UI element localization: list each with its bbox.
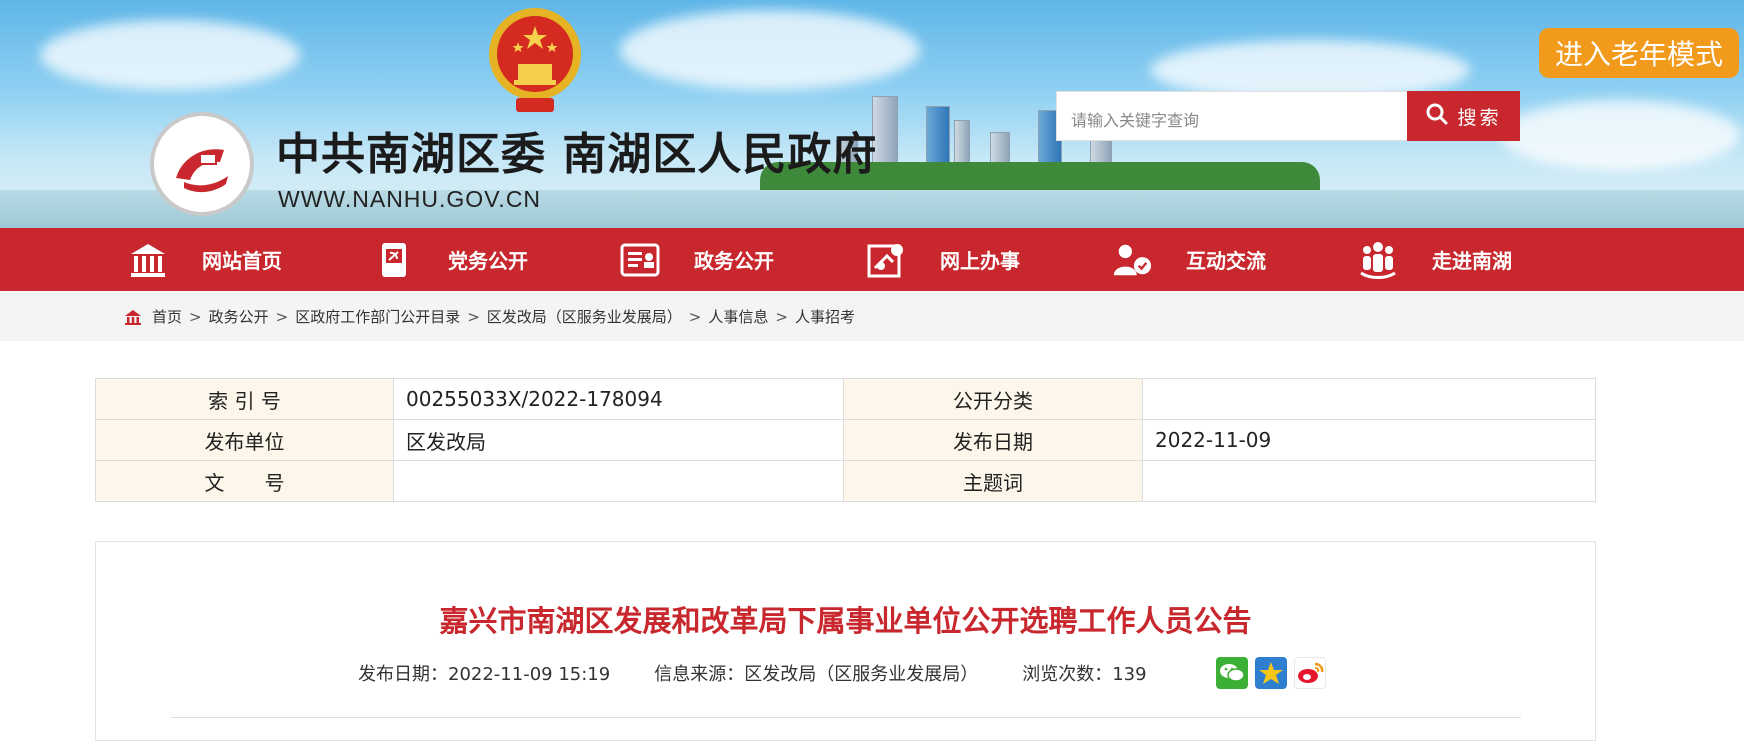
breadcrumb-separator: > bbox=[688, 307, 702, 326]
nav-item-label: 网上办事 bbox=[940, 249, 1020, 273]
share-buttons bbox=[1216, 657, 1326, 689]
cloud bbox=[40, 20, 300, 90]
table-row: 文 号 主题词 bbox=[95, 460, 1596, 502]
docno-label: 文 号 bbox=[95, 460, 394, 502]
breadcrumb-link[interactable]: 政务公开 bbox=[209, 306, 269, 327]
nanhu-logo bbox=[150, 112, 254, 216]
search-button-label: 搜索 bbox=[1457, 106, 1502, 129]
table-row: 索 引 号 00255033X/2022-178094 公开分类 bbox=[95, 378, 1596, 420]
site-title: 中共南湖区委 南湖区人民政府 bbox=[276, 129, 878, 180]
nav-item-about-nanhu[interactable]: 走进南湖 bbox=[1358, 228, 1512, 291]
nav-item-label: 互动交流 bbox=[1186, 249, 1266, 273]
table-row: 发布单位 区发改局 发布日期 2022-11-09 bbox=[95, 419, 1596, 461]
source-label: 信息来源： bbox=[654, 664, 745, 685]
nav-item-label: 网站首页 bbox=[202, 249, 282, 273]
home-icon bbox=[124, 309, 142, 325]
breadcrumb: 首页 > 政务公开 > 区政府工作部门公开目录 > 区发改局（区服务业发展局） … bbox=[124, 306, 855, 327]
publisher-label: 发布单位 bbox=[95, 419, 394, 461]
breadcrumb-link[interactable]: 首页 bbox=[152, 306, 182, 327]
date-value: 2022-11-09 bbox=[1142, 419, 1596, 461]
nav-item-label: 党务公开 bbox=[448, 249, 528, 273]
search-icon bbox=[1425, 102, 1449, 131]
breadcrumb-bar: 首页 > 政务公开 > 区政府工作部门公开目录 > 区发改局（区服务业发展局） … bbox=[0, 291, 1744, 341]
nav-item-home[interactable]: 网站首页 bbox=[128, 228, 282, 291]
breadcrumb-link[interactable]: 人事招考 bbox=[795, 306, 855, 327]
category-value bbox=[1142, 378, 1596, 420]
header-banner: 中共南湖区委 南湖区人民政府 WWW.NANHU.GOV.CN 请输入关键字查询… bbox=[0, 0, 1744, 228]
search-input[interactable]: 请输入关键字查询 bbox=[1056, 91, 1408, 141]
breadcrumb-separator: > bbox=[189, 307, 202, 326]
source-value: 区发改局（区服务业发展局） bbox=[744, 664, 979, 685]
national-emblem-icon bbox=[486, 2, 584, 114]
views-value: 139 bbox=[1112, 664, 1147, 685]
article-meta: 发布日期：2022-11-09 15:19 信息来源：区发改局（区服务业发展局）… bbox=[358, 660, 1191, 686]
nav-item-online-service[interactable]: 网上办事 bbox=[866, 228, 1020, 291]
breadcrumb-separator: > bbox=[275, 307, 289, 326]
breadcrumb-separator: > bbox=[775, 307, 788, 326]
index-label: 索 引 号 bbox=[95, 378, 394, 420]
category-label: 公开分类 bbox=[843, 378, 1143, 420]
publisher-value: 区发改局 bbox=[393, 419, 844, 461]
people-icon bbox=[1358, 240, 1398, 280]
date-label: 发布日期 bbox=[843, 419, 1143, 461]
weibo-icon[interactable] bbox=[1294, 657, 1326, 689]
breadcrumb-separator: > bbox=[467, 307, 480, 326]
home-icon bbox=[128, 240, 168, 280]
cloud bbox=[1500, 100, 1740, 170]
interaction-icon bbox=[1112, 240, 1152, 280]
index-value: 00255033X/2022-178094 bbox=[393, 378, 844, 420]
search-button[interactable]: 搜索 bbox=[1407, 91, 1520, 141]
keywords-label: 主题词 bbox=[843, 460, 1143, 502]
party-icon bbox=[374, 240, 414, 280]
views-label: 浏览次数： bbox=[1022, 664, 1113, 685]
wechat-icon[interactable] bbox=[1216, 657, 1248, 689]
article-panel: 嘉兴市南湖区发展和改革局下属事业单位公开选聘工作人员公告 发布日期：2022-1… bbox=[95, 541, 1596, 741]
nav-item-label: 政务公开 bbox=[694, 249, 774, 273]
publish-date: 发布日期：2022-11-09 15:19 bbox=[358, 660, 610, 686]
divider bbox=[171, 717, 1521, 718]
publish-date-value: 2022-11-09 15:19 bbox=[448, 664, 611, 685]
qzone-icon[interactable] bbox=[1255, 657, 1287, 689]
nav-item-interaction[interactable]: 互动交流 bbox=[1112, 228, 1266, 291]
breadcrumb-link[interactable]: 区发改局（区服务业发展局） bbox=[487, 306, 682, 327]
site-url: WWW.NANHU.GOV.CN bbox=[278, 186, 542, 212]
view-count: 浏览次数：139 bbox=[1022, 660, 1146, 686]
nav-item-label: 走进南湖 bbox=[1432, 249, 1512, 273]
info-source: 信息来源：区发改局（区服务业发展局） bbox=[654, 660, 978, 686]
online-service-icon bbox=[866, 240, 906, 280]
docno-value bbox=[393, 460, 844, 502]
breadcrumb-link[interactable]: 区政府工作部门公开目录 bbox=[295, 306, 460, 327]
document-icon bbox=[620, 240, 660, 280]
cloud bbox=[620, 10, 920, 90]
article-title: 嘉兴市南湖区发展和改革局下属事业单位公开选聘工作人员公告 bbox=[439, 604, 1252, 638]
main-nav: 网站首页 党务公开 政务公开 网上办事 互动交流 走进南湖 bbox=[0, 228, 1744, 291]
nav-item-party-affairs[interactable]: 党务公开 bbox=[374, 228, 528, 291]
document-info-table: 索 引 号 00255033X/2022-178094 公开分类 发布单位 区发… bbox=[95, 378, 1596, 502]
lake-water bbox=[0, 190, 1744, 228]
nav-item-government-affairs[interactable]: 政务公开 bbox=[620, 228, 774, 291]
breadcrumb-link[interactable]: 人事信息 bbox=[708, 306, 768, 327]
elder-mode-button[interactable]: 进入老年模式 bbox=[1539, 28, 1739, 78]
keywords-value bbox=[1142, 460, 1596, 502]
publish-date-label: 发布日期： bbox=[358, 664, 448, 685]
